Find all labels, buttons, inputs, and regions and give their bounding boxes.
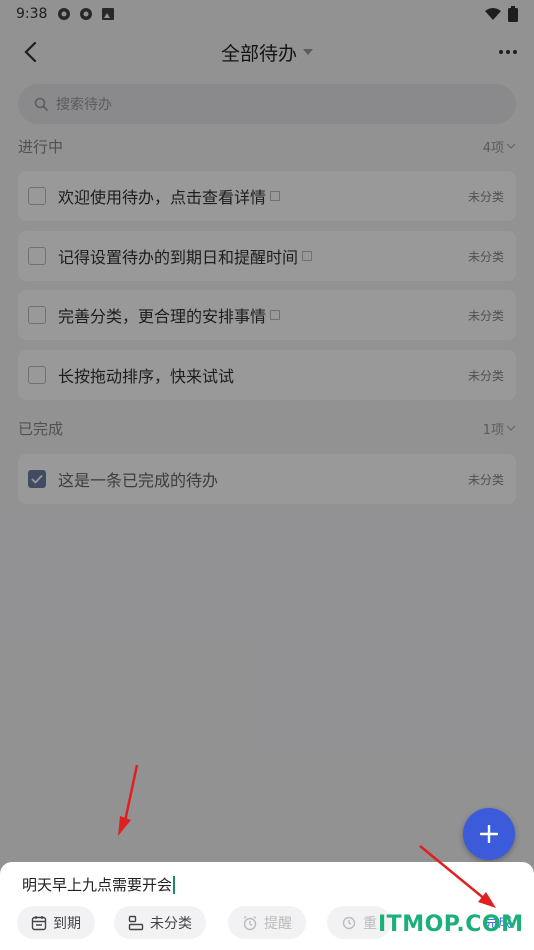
remind-chip[interactable]: 提醒 <box>228 906 306 939</box>
add-todo-button[interactable] <box>463 808 515 860</box>
due-date-chip[interactable]: 到期 <box>17 906 95 939</box>
repeat-label: 重 <box>363 915 377 932</box>
calendar-icon <box>31 915 47 930</box>
watermark: ITMOP.COM <box>378 912 524 937</box>
due-date-label: 到期 <box>53 915 81 932</box>
todo-input-value: 明天早上九点需要开会 <box>22 876 173 894</box>
repeat-icon <box>342 916 356 929</box>
category-icon <box>128 915 144 930</box>
text-caret <box>173 875 176 894</box>
modal-overlay[interactable] <box>0 0 534 950</box>
todo-input[interactable]: 明天早上九点需要开会 <box>22 874 176 895</box>
plus-icon <box>480 825 498 843</box>
category-chip[interactable]: 未分类 <box>114 906 206 939</box>
remind-label: 提醒 <box>264 915 292 932</box>
alarm-icon <box>243 915 257 930</box>
category-label: 未分类 <box>150 915 192 932</box>
